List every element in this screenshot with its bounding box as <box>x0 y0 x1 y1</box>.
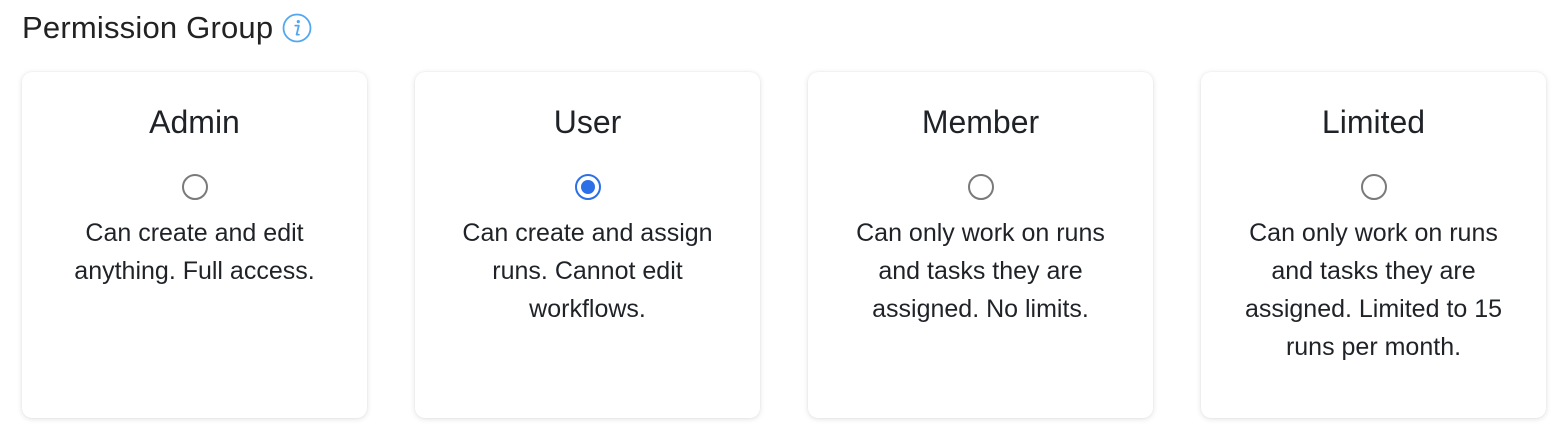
radio-user[interactable] <box>574 174 601 200</box>
permission-card-member[interactable]: Member Can only work on runs and tasks t… <box>808 72 1153 418</box>
permission-card-limited[interactable]: Limited Can only work on runs and tasks … <box>1201 72 1546 418</box>
permission-group-header: Permission Group <box>22 8 312 48</box>
card-description: Can create and assign runs. Cannot edit … <box>462 219 713 323</box>
permission-group-options: Admin Can create and edit anything. Full… <box>22 72 1546 418</box>
permission-card-admin[interactable]: Admin Can create and edit anything. Full… <box>22 72 367 418</box>
card-title: Limited <box>1321 104 1426 140</box>
radio-admin[interactable] <box>181 174 208 200</box>
info-icon[interactable] <box>282 13 312 43</box>
card-title: User <box>553 104 622 140</box>
card-title: Member <box>921 104 1040 140</box>
radio-limited[interactable] <box>1360 174 1387 200</box>
card-description: Can create and edit anything. Full acces… <box>74 219 315 285</box>
radio-member[interactable] <box>967 174 994 200</box>
permission-card-user[interactable]: User Can create and assign runs. Cannot … <box>415 72 760 418</box>
page-title: Permission Group <box>22 10 274 45</box>
card-title: Admin <box>149 104 240 140</box>
card-description: Can only work on runs and tasks they are… <box>1244 219 1503 361</box>
card-description: Can only work on runs and tasks they are… <box>856 219 1105 323</box>
